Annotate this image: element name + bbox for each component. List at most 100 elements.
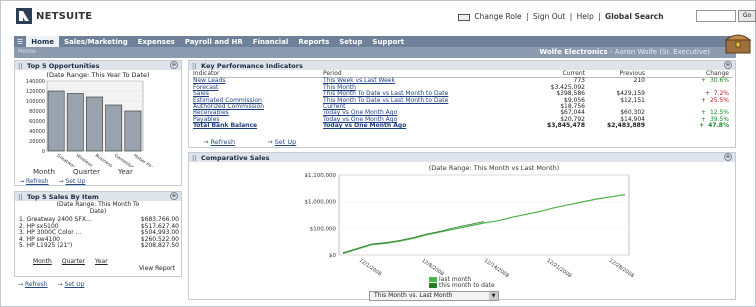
subnav-home-link[interactable]: Home (18, 48, 36, 55)
y-tick-label: 120000 (26, 89, 45, 95)
setup-link[interactable]: Set Up (64, 281, 84, 288)
previous-value: $2,483,889 (607, 122, 645, 130)
opportunities-bar-chart: 140000 120000 100000 80000 60000 40000 20000 0 G… (26, 79, 163, 167)
setup-link[interactable]: Set Up (65, 178, 85, 185)
refresh-link[interactable]: Refresh (26, 178, 49, 185)
tab-sales-marketing[interactable]: Sales/Marketing (59, 36, 133, 47)
company-label: Wolfe Electronics - Aaron Wolfe (Sr. Exe… (539, 48, 710, 56)
global-search-label: Global Search (605, 12, 664, 21)
date-range-text: (Date Range: This Month To Date) (56, 201, 140, 215)
sales-actions: → Refresh → Set Up (18, 281, 85, 288)
y-tick-label: 60000 (29, 119, 45, 125)
netsuite-logo-icon (16, 8, 32, 24)
tab-expenses[interactable]: Expenses (133, 36, 180, 47)
chevron-down-icon[interactable]: ▼ (489, 292, 498, 300)
sales-period-links: Month Quarter Year (33, 258, 108, 265)
portlet-header: || Top 5 Sales By Item ⊜ (15, 192, 181, 201)
list-item[interactable]: 5. HP L1925 (21") $208,827.50 (19, 242, 179, 250)
comparison-period-select[interactable]: This Month vs. Last Month ▼ (369, 291, 499, 301)
tab-home[interactable]: Home (26, 36, 59, 47)
tab-reports[interactable]: Reports (293, 36, 334, 47)
y-tick-label: $1,100,000 (305, 173, 337, 179)
period-quarter[interactable]: Quarter (73, 168, 100, 176)
x-tick-label: Greatway (55, 153, 76, 167)
chart-title: (Date Range: This Month vs Last Month) (429, 164, 560, 172)
refresh-link[interactable]: Refresh (211, 138, 236, 146)
treasure-chest-icon (724, 34, 752, 54)
portlet-header: || Top 5 Opportunities ⊜ (15, 61, 181, 70)
portlet-title: Key Performance Indicators (201, 62, 303, 70)
refresh-link[interactable]: Refresh (25, 281, 48, 288)
portlet-title: Top 5 Opportunities (27, 62, 100, 70)
nav-toggle-icon[interactable]: ☰ (14, 36, 26, 47)
bar (47, 90, 65, 152)
kpi-table: Indicator Period Current Previous Change… (193, 70, 733, 130)
y-tick-label: $0 (329, 253, 336, 259)
view-report-link[interactable]: View Report (139, 265, 175, 272)
tab-setup[interactable]: Setup (334, 36, 367, 47)
period-quarter[interactable]: Quarter (62, 258, 85, 265)
portlet-header: || Comparative Sales ⊜ (189, 153, 735, 162)
y-tick-label: 0 (42, 149, 45, 155)
table-row[interactable]: Total Bank Balance Today vs One Month Ago… (193, 122, 733, 130)
global-search-input[interactable] (696, 10, 736, 22)
kpi-header-row: Indicator Period Current Previous Change (193, 70, 733, 79)
x-tick-label: 12/14/2008 (483, 258, 510, 277)
sign-out-link[interactable]: Sign Out (533, 12, 565, 21)
help-link[interactable]: Help (577, 12, 594, 21)
sub-nav: Home Wolfe Electronics - Aaron Wolfe (Sr… (14, 47, 736, 58)
top-bar: NETSUITE Change Role | Sign Out | Help |… (2, 2, 756, 34)
x-tick-label: Wireless (75, 153, 94, 167)
period-link[interactable]: Today vs One Month Ago (323, 122, 527, 129)
portlet-menu-icon[interactable]: ⊜ (724, 153, 732, 161)
go-button[interactable]: Go (738, 10, 756, 22)
top-links: Change Role | Sign Out | Help | Global S… (458, 12, 666, 21)
portlet-menu-icon[interactable]: ⊜ (170, 61, 178, 69)
tab-support[interactable]: Support (367, 36, 409, 47)
y-tick-label: 40000 (29, 129, 45, 135)
mail-icon[interactable] (458, 13, 470, 21)
company-name: Wolfe Electronics (539, 48, 608, 56)
drag-handle-icon[interactable]: || (18, 193, 23, 201)
legend-item: this month to date (429, 283, 495, 289)
change-role-link[interactable]: Change Role (474, 12, 521, 21)
comparative-sales-line-chart: (Date Range: This Month vs Last Month) $1… (305, 164, 635, 277)
period-month[interactable]: Month (33, 168, 55, 176)
opportunities-period-links: Month Quarter Year (33, 168, 133, 176)
x-tick-label: 12/21/2008 (545, 258, 572, 277)
portlet-menu-icon[interactable]: ⊜ (724, 61, 732, 69)
user-name: - Aaron Wolfe (Sr. Executive) (610, 48, 710, 56)
period-year[interactable]: Year (95, 258, 108, 265)
top-sales-by-item-portlet: || Top 5 Sales By Item ⊜ (Date Range: Th… (14, 191, 182, 277)
x-tick-label: 12/8/2008 (420, 258, 444, 277)
nav-tabs: ☰ Home Sales/Marketing Expenses Payroll … (14, 36, 409, 47)
x-tick-label: Business (94, 153, 114, 167)
drag-handle-icon[interactable]: || (192, 154, 197, 162)
drag-handle-icon[interactable]: || (192, 62, 197, 70)
setup-link[interactable]: Set Up (275, 138, 297, 146)
bar (66, 93, 84, 152)
portlet-title: Comparative Sales (201, 154, 270, 162)
key-performance-indicators-portlet: || Key Performance Indicators ⊜ Indicato… (188, 60, 736, 148)
portlet-menu-icon[interactable]: ⊜ (170, 192, 178, 200)
main-nav: ☰ Home Sales/Marketing Expenses Payroll … (14, 36, 736, 58)
x-tick-label: 12/1/2008 (358, 258, 382, 277)
y-tick-label: $1,000,000 (305, 200, 337, 206)
tab-payroll-hr[interactable]: Payroll and HR (180, 36, 248, 47)
indicator-link[interactable]: Total Bank Balance (193, 122, 323, 129)
y-tick-label: 80000 (29, 109, 45, 115)
portlet-header: || Key Performance Indicators ⊜ (189, 61, 735, 70)
x-tick-label: Huber Pharma (132, 153, 162, 167)
tab-financial[interactable]: Financial (248, 36, 294, 47)
comparative-sales-portlet: || Comparative Sales ⊜ (Date Range: This… (188, 152, 736, 301)
drag-handle-icon[interactable]: || (18, 62, 23, 70)
current-value: $3,845,478 (547, 122, 585, 130)
x-tick-label: 12/28/2008 (608, 258, 635, 277)
portlet-title: Top 5 Sales By Item (27, 193, 99, 201)
opportunities-actions: → Refresh → Set Up (19, 178, 86, 185)
y-tick-label: $100,000 (310, 226, 337, 232)
period-month[interactable]: Month (33, 258, 52, 265)
y-tick-label: 100000 (26, 99, 45, 105)
period-year[interactable]: Year (118, 168, 133, 176)
app-name: NETSUITE (36, 11, 93, 22)
